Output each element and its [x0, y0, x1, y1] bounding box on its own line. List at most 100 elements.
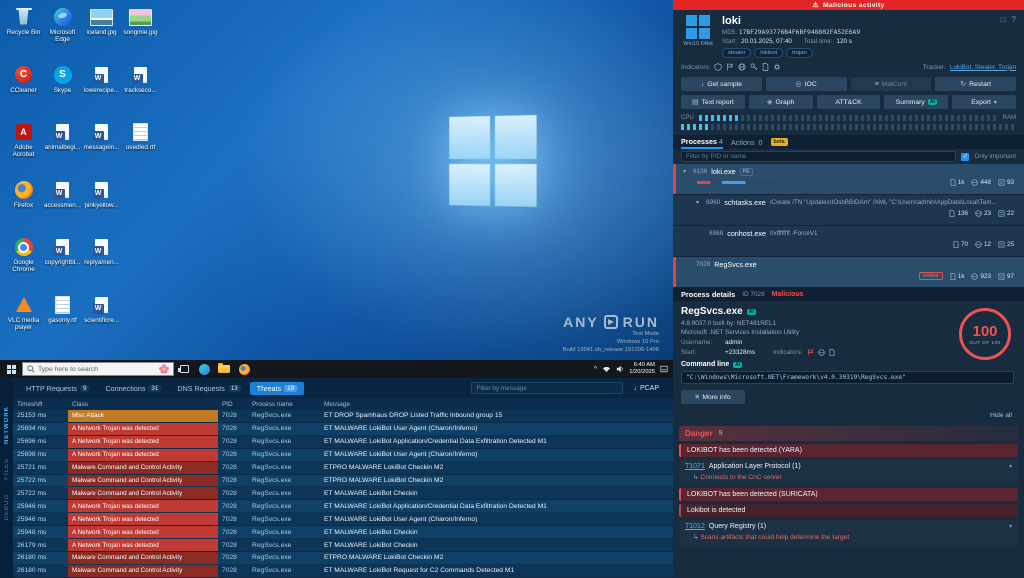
firefox-taskbar-button[interactable]	[234, 360, 254, 378]
file-explorer-button[interactable]	[214, 360, 234, 378]
threat-row[interactable]: 25698 ms A Network Trojan was detected 7…	[13, 449, 673, 462]
files-count-badge[interactable]: 1k	[950, 273, 965, 280]
desktop-icon[interactable]: accessmen...	[43, 178, 82, 236]
files-count-badge[interactable]: 1k	[950, 179, 965, 186]
desktop-icon[interactable]: copyrightbl...	[43, 235, 82, 293]
threat-row[interactable]: 25153 ms Misc Attack 7028 RegSvcs.exe ET…	[13, 410, 673, 423]
network-count-badge[interactable]: 23	[975, 210, 991, 217]
speaker-icon[interactable]	[616, 365, 624, 373]
threat-row[interactable]: 25722 ms Malware Command and Control Act…	[13, 475, 673, 488]
wifi-icon[interactable]	[602, 365, 611, 373]
action-button[interactable]: Export ▾	[952, 95, 1016, 109]
desktop-icon[interactable]: CCleaner	[4, 63, 43, 121]
ai-badge[interactable]: AI	[733, 362, 742, 368]
key-indicator-icon[interactable]	[750, 63, 758, 71]
threat-row[interactable]: 26179 ms A Network Trojan was detected 7…	[13, 539, 673, 552]
file-indicator-icon[interactable]	[762, 63, 769, 71]
taskbar-clock[interactable]: 6:40 AM 1/20/2025	[629, 362, 655, 376]
command-line-value[interactable]: "C:\Windows\Microsoft.NET\Framework\v4.0…	[681, 371, 1014, 384]
globe-indicator-icon[interactable]	[818, 349, 825, 356]
action-button[interactable]: ≡ MalConf	[851, 77, 932, 91]
panel-side-tab[interactable]: DEBUG	[4, 494, 10, 520]
files-count-badge[interactable]: 70	[953, 241, 968, 248]
events-count-badge[interactable]: 25	[998, 241, 1014, 248]
desktop-icon[interactable]: gasonly.rtf	[43, 293, 82, 351]
desktop-icon[interactable]: Skype	[43, 63, 82, 121]
threat-row[interactable]: 25696 ms A Network Trojan was detected 7…	[13, 436, 673, 449]
danger-item[interactable]: T1012 Query Registry (1) ▾ Scans artifac…	[679, 520, 1018, 545]
network-tab[interactable]: DNS Requests 13	[170, 382, 247, 395]
flag-indicator-icon[interactable]	[807, 349, 814, 356]
tracker-links[interactable]: LokiBot, Stealer, Trojan	[950, 64, 1016, 71]
task-tag[interactable]: stealer	[722, 48, 751, 58]
action-button[interactable]: ATT&CK	[817, 95, 881, 109]
task-view-button[interactable]	[174, 360, 194, 378]
network-count-badge[interactable]: 923	[971, 273, 991, 280]
desktop-icon[interactable]: Firefox	[4, 178, 43, 236]
panel-side-tab[interactable]: FILES	[4, 458, 10, 480]
ai-badge[interactable]: AI	[747, 309, 756, 315]
danger-item[interactable]: T1071 Application Layer Protocol (1) ▾ C…	[679, 460, 1018, 485]
taskbar-search[interactable]: Type here to search	[22, 362, 174, 376]
message-filter-input[interactable]	[471, 382, 623, 394]
desktop-icon[interactable]: Adobe Acrobat	[4, 120, 43, 178]
md5-value[interactable]: 17BF29A93776B4F6BF948802FA52E6A9	[739, 29, 860, 36]
threat-row[interactable]: 26180 ms Malware Command and Control Act…	[13, 552, 673, 565]
file-indicator-icon[interactable]	[829, 349, 835, 356]
desktop-icon[interactable]: Microsoft Edge	[43, 5, 82, 63]
tray-chevron-up-icon[interactable]: ^	[594, 366, 597, 373]
shield-indicator-icon[interactable]	[714, 63, 722, 71]
flag-indicator-icon[interactable]	[726, 63, 734, 71]
network-count-badge[interactable]: 448	[971, 179, 991, 186]
threat-row[interactable]: 25721 ms Malware Command and Control Act…	[13, 462, 673, 475]
tab-actions[interactable]: Actions 0	[731, 138, 763, 147]
desktop-icon[interactable]: usedled.rtf	[121, 120, 160, 178]
danger-item[interactable]: Lokibot is detected	[679, 504, 1018, 517]
desktop-icon[interactable]: trackseco...	[121, 63, 160, 121]
chevron-down-icon[interactable]: ▾	[1009, 523, 1012, 530]
action-button[interactable]: ▤ Text report	[681, 95, 745, 109]
threat-row[interactable]: 25946 ms A Network Trojan was detected 7…	[13, 513, 673, 526]
expand-icon[interactable]: □	[1001, 15, 1006, 24]
files-count-badge[interactable]: 136	[949, 210, 968, 217]
desktop-icon[interactable]: Google Chrome	[4, 235, 43, 293]
desktop-icon[interactable]: scientificre...	[82, 293, 121, 351]
threat-row[interactable]: 25946 ms A Network Trojan was detected 7…	[13, 500, 673, 513]
mitre-technique-link[interactable]: T1071	[685, 463, 705, 470]
start-button[interactable]	[0, 360, 22, 378]
desktop-icon[interactable]: VLC media player	[4, 293, 43, 351]
expand-caret-icon[interactable]: ▾	[696, 199, 702, 206]
threat-row[interactable]: 25722 ms Malware Command and Control Act…	[13, 487, 673, 500]
danger-item[interactable]: LOKIBOT has been detected (SURICATA)	[679, 488, 1018, 501]
network-tab[interactable]: Connections 31	[98, 382, 168, 395]
help-icon[interactable]: ?	[1012, 15, 1016, 24]
desktop-icon[interactable]: lowerecipe...	[82, 63, 121, 121]
desktop-icon[interactable]: pinkyellow...	[82, 178, 121, 236]
events-count-badge[interactable]: 97	[998, 273, 1014, 280]
mitre-technique-link[interactable]: T1012	[685, 523, 705, 530]
process-node[interactable]: 6968 conhost.exe 0xffffffff -ForceV1 70	[673, 226, 1024, 257]
task-tag[interactable]: lokibot	[754, 48, 783, 58]
globe-indicator-icon[interactable]	[738, 63, 746, 71]
process-filter-input[interactable]	[681, 151, 956, 162]
desktop-icon[interactable]: messagein...	[82, 120, 121, 178]
process-node[interactable]: ▾ 6136 loki.exe PE 1k	[673, 164, 1024, 195]
desktop-icon[interactable]: animalbegi...	[43, 120, 82, 178]
action-button[interactable]: ◈ Graph	[749, 95, 813, 109]
threat-row[interactable]: 26180 ms Malware Command and Control Act…	[13, 565, 673, 578]
more-info-button[interactable]: ≡ More info	[681, 390, 745, 404]
panel-side-tab[interactable]: NETWORK	[4, 406, 10, 444]
task-tag[interactable]: trojan	[786, 48, 813, 58]
desktop-icon[interactable]: replyamen...	[82, 235, 121, 293]
action-button[interactable]: ◎ IOC	[766, 77, 847, 91]
action-center-icon[interactable]	[660, 365, 668, 373]
events-count-badge[interactable]: 93	[998, 179, 1014, 186]
desktop-icon[interactable]: Recycle Bin	[4, 5, 43, 63]
action-button[interactable]: Summary AI	[884, 95, 948, 109]
network-tab[interactable]: Threats 19	[250, 382, 304, 395]
chevron-down-icon[interactable]: ▾	[1009, 463, 1012, 470]
tab-processes[interactable]: Processes 4	[681, 135, 723, 149]
hide-all-link[interactable]: Hide all	[990, 412, 1012, 419]
network-tab[interactable]: HTTP Requests 9	[19, 382, 96, 395]
process-node[interactable]: ▾ 6960 schtasks.exe /Create /TN "Updates…	[673, 195, 1024, 226]
